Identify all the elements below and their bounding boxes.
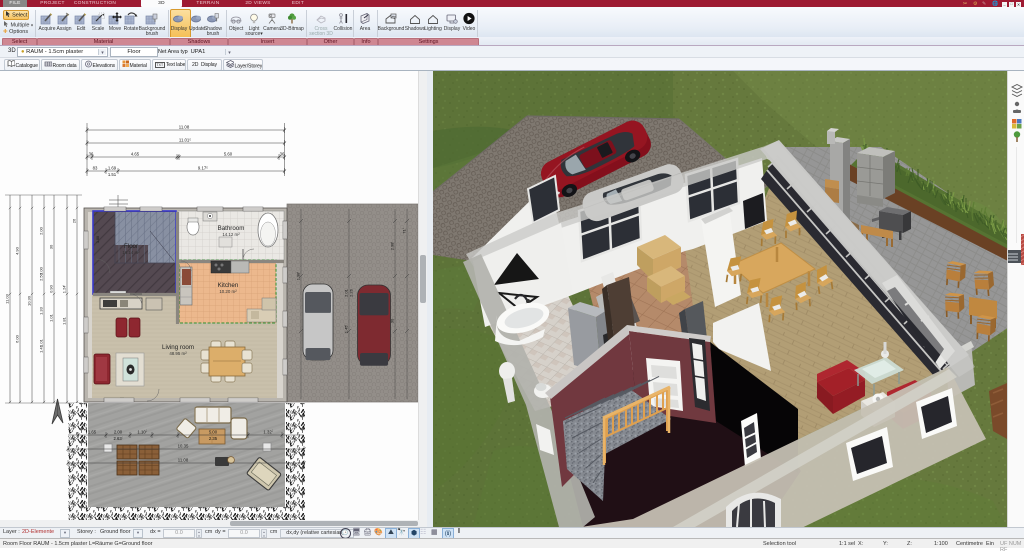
svg-text:11.08: 11.08 xyxy=(178,458,189,463)
svg-text:2.35: 2.35 xyxy=(209,436,218,441)
svg-text:2.26: 2.26 xyxy=(349,288,354,297)
svg-text:5.60: 5.60 xyxy=(224,152,233,157)
svg-text:0.90: 0.90 xyxy=(49,284,54,293)
svg-text:Floor: Floor xyxy=(124,243,138,250)
svg-text:1.98ⁱ: 1.98ⁱ xyxy=(295,271,301,280)
svg-text:16.14 m²: 16.14 m² xyxy=(122,250,140,255)
svg-text:1.32ⁱ: 1.32ⁱ xyxy=(263,429,272,435)
svg-text:1.33: 1.33 xyxy=(39,306,44,315)
svg-text:1.81: 1.81 xyxy=(62,316,67,325)
svg-text:1.10ⁱ: 1.10ⁱ xyxy=(137,429,146,435)
svg-text:2.00: 2.00 xyxy=(39,226,44,235)
svg-text:1.01: 1.01 xyxy=(49,313,54,322)
svg-text:2.50: 2.50 xyxy=(39,272,44,281)
svg-text:1.00: 1.00 xyxy=(96,236,100,243)
svg-text:2.98ⁱ: 2.98ⁱ xyxy=(389,241,395,250)
svg-text:2.00: 2.00 xyxy=(114,430,123,435)
svg-text:1.41: 1.41 xyxy=(39,344,44,353)
svg-text:10.20 m²: 10.20 m² xyxy=(219,289,237,294)
svg-text:9.17⁵: 9.17⁵ xyxy=(198,166,208,171)
svg-text:48.95 m²: 48.95 m² xyxy=(169,351,187,356)
svg-text:1.65: 1.65 xyxy=(88,430,97,435)
svg-text:2.63ⁱ: 2.63ⁱ xyxy=(114,435,123,441)
svg-text:1.51: 1.51 xyxy=(108,172,117,177)
svg-text:36: 36 xyxy=(280,152,285,157)
svg-text:1.24ⁱ: 1.24ⁱ xyxy=(61,284,67,293)
svg-text:Bathroom: Bathroom xyxy=(218,225,245,232)
svg-text:10.30: 10.30 xyxy=(27,295,32,306)
svg-text:14.12 m²: 14.12 m² xyxy=(222,232,240,237)
svg-text:26: 26 xyxy=(72,218,77,223)
svg-text:83: 83 xyxy=(93,166,98,171)
svg-text:10.35: 10.35 xyxy=(178,444,189,449)
svg-text:5.00: 5.00 xyxy=(209,430,218,435)
svg-text:Living room: Living room xyxy=(162,344,194,351)
svg-text:6.00: 6.00 xyxy=(15,334,20,343)
svg-text:11.01⁵: 11.01⁵ xyxy=(179,138,191,143)
svg-text:1.69: 1.69 xyxy=(108,166,117,171)
svg-text:Kitchen: Kitchen xyxy=(218,282,239,289)
svg-text:30: 30 xyxy=(49,244,54,249)
svg-text:4.90: 4.90 xyxy=(15,246,20,255)
svg-text:4.65: 4.65 xyxy=(131,152,140,157)
svg-text:1.45ⁱ: 1.45ⁱ xyxy=(343,324,349,333)
svg-text:71ⁱ: 71ⁱ xyxy=(401,228,407,233)
svg-text:11.08: 11.08 xyxy=(179,125,190,130)
svg-text:36: 36 xyxy=(89,152,94,157)
